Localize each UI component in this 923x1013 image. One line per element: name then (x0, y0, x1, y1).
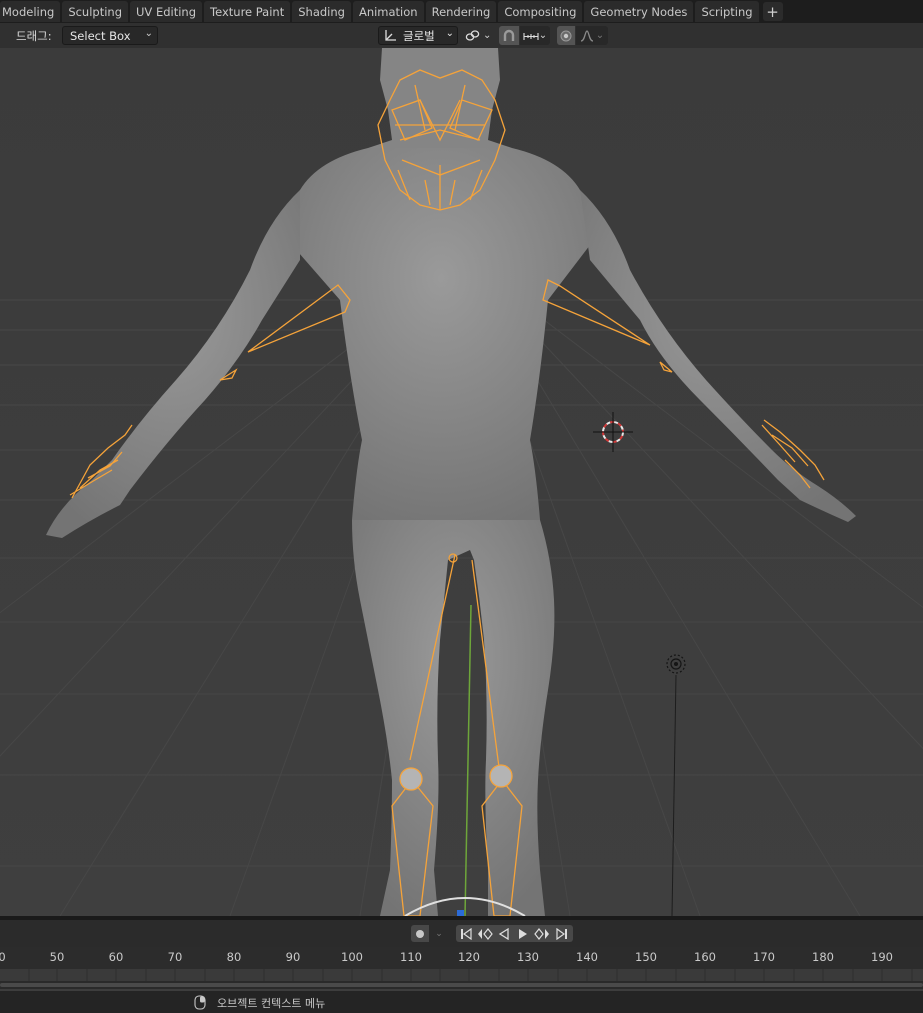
knee-joint-left[interactable] (399, 767, 423, 791)
mouse-icon (194, 995, 206, 1010)
record-icon (416, 929, 424, 938)
auto-keying-dropdown[interactable]: ⌄ (430, 925, 448, 942)
magnet-icon (503, 29, 515, 41)
increment-icon (523, 32, 539, 40)
tick-label: 150 (635, 950, 657, 964)
play-button[interactable] (513, 925, 532, 942)
falloff-curve-icon (580, 29, 593, 42)
workspace-tab-bar: Modeling Sculpting UV Editing Texture Pa… (0, 0, 923, 23)
tick-label: 80 (226, 950, 242, 964)
jump-start-button[interactable] (456, 925, 475, 942)
tab-modeling[interactable]: Modeling (0, 1, 61, 22)
prev-keyframe-icon (477, 927, 493, 940)
proportional-edit-icon (560, 30, 572, 41)
tick-label: 160 (694, 950, 716, 964)
link-icon (465, 29, 480, 41)
select-mode-dropdown[interactable]: Select Box ⌄ (62, 26, 158, 45)
snap-toggle[interactable] (499, 26, 519, 45)
add-workspace-button[interactable]: + (762, 2, 783, 21)
play-reverse-button[interactable] (494, 925, 513, 942)
timeline-ruler[interactable]: 0 50 60 70 80 90 100 110 120 130 140 150… (0, 947, 923, 969)
timeline-ticks (28, 969, 913, 981)
tick-label: 0 (0, 950, 6, 964)
timeline-scrollbar-thumb[interactable] (0, 983, 923, 987)
tab-texture-paint[interactable]: Texture Paint (204, 1, 291, 22)
chevron-down-icon: ⌄ (538, 30, 548, 41)
tab-rendering[interactable]: Rendering (425, 1, 497, 22)
orientation-value: 글로벌 (403, 28, 435, 43)
viewport-header: 드래그: Select Box ⌄ 글로벌 ⌄ ⌄ ⌄ ⌄ (0, 23, 923, 48)
chevron-down-icon: ⌄ (595, 30, 605, 41)
prev-keyframe-button[interactable] (475, 925, 494, 942)
orientation-axes-icon (385, 29, 396, 41)
jump-end-icon (556, 927, 567, 940)
3d-viewport[interactable] (0, 48, 923, 916)
jump-start-icon (460, 927, 472, 940)
play-icon (518, 928, 527, 939)
viewport-canvas[interactable] (0, 48, 923, 916)
tab-shading[interactable]: Shading (292, 1, 351, 22)
next-keyframe-icon (533, 927, 549, 940)
next-keyframe-button[interactable] (532, 925, 551, 942)
tick-label: 140 (576, 950, 598, 964)
tab-animation[interactable]: Animation (352, 1, 424, 22)
tick-label: 50 (49, 950, 65, 964)
tick-label: 60 (108, 950, 124, 964)
drag-label: 드래그: (16, 29, 52, 43)
chevron-down-icon: ⌄ (445, 28, 454, 39)
pivot-point-dropdown[interactable]: ⌄ (465, 26, 495, 45)
tab-scripting[interactable]: Scripting (695, 1, 759, 22)
proportional-falloff-dropdown[interactable]: ⌄ (576, 26, 608, 45)
status-bar: 오브젝트 컨텍스트 메뉴 (0, 991, 923, 1013)
timeline-scrollbar[interactable] (0, 981, 923, 989)
tab-compositing[interactable]: Compositing (498, 1, 583, 22)
tick-label: 120 (458, 950, 480, 964)
tab-geometry-nodes[interactable]: Geometry Nodes (584, 1, 694, 22)
transform-orientation-dropdown[interactable]: 글로벌 ⌄ (378, 26, 458, 45)
status-hint-text: 오브젝트 컨텍스트 메뉴 (217, 997, 326, 1010)
play-reverse-icon (498, 927, 509, 940)
tab-sculpting[interactable]: Sculpting (62, 1, 129, 22)
auto-keying-toggle[interactable] (411, 925, 429, 942)
tick-label: 170 (753, 950, 775, 964)
proportional-edit-toggle[interactable] (557, 26, 575, 45)
tick-label: 70 (167, 950, 183, 964)
tab-uv-editing[interactable]: UV Editing (130, 1, 203, 22)
chevron-down-icon: ⌄ (144, 28, 153, 39)
timeline-track[interactable] (0, 969, 923, 981)
timeline-header: ⌄ (0, 920, 923, 947)
select-mode-value: Select Box (70, 28, 131, 43)
tick-label: 100 (341, 950, 363, 964)
tick-label: 130 (517, 950, 539, 964)
chevron-down-icon: ⌄ (483, 30, 492, 41)
tick-label: 110 (400, 950, 422, 964)
snap-type-dropdown[interactable]: ⌄ (520, 26, 550, 45)
jump-end-button[interactable] (551, 925, 573, 942)
tick-label: 90 (285, 950, 301, 964)
tick-label: 180 (812, 950, 834, 964)
tick-label: 190 (871, 950, 893, 964)
knee-joint-right[interactable] (489, 764, 513, 788)
